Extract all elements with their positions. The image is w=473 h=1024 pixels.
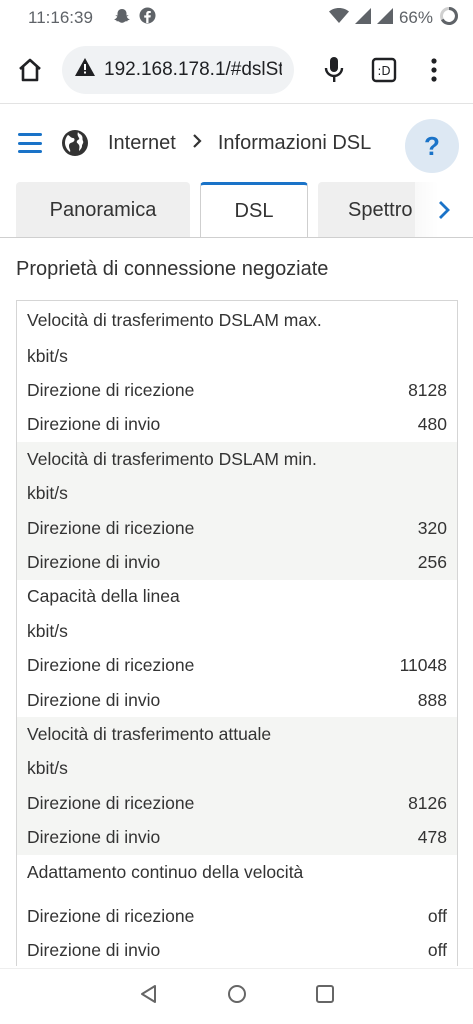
value: off xyxy=(427,905,447,926)
battery-icon xyxy=(439,6,459,31)
table-row: Direzione di ricezione off xyxy=(27,905,447,926)
group-title: Velocità di trasferimento DSLAM min. xyxy=(27,448,317,469)
home-nav-button[interactable] xyxy=(227,984,247,1009)
tabs-next-button[interactable] xyxy=(415,182,473,237)
tab-switcher-icon: :D xyxy=(371,57,397,82)
group-title: Adattamento continuo della velocità xyxy=(27,861,304,882)
value: 11048 xyxy=(399,655,447,676)
value: off xyxy=(427,940,447,961)
table-row: Direzione di invio 478 xyxy=(27,827,447,848)
tab-bar: Panoramica DSL Spettro xyxy=(0,182,473,238)
status-time: 11:16:39 xyxy=(28,8,93,27)
snapchat-icon xyxy=(113,7,131,30)
breadcrumb-internet[interactable]: Internet xyxy=(108,132,176,155)
value: 888 xyxy=(417,689,447,710)
table-row: Direzione di ricezione 8128 xyxy=(27,380,447,401)
breadcrumb: Internet Informazioni DSL ? xyxy=(0,104,473,182)
breadcrumb-dsl-info: Informazioni DSL xyxy=(217,131,372,154)
value: 480 xyxy=(417,414,447,435)
group-unit: kbit/s xyxy=(27,345,68,366)
section-title: Proprietà di connessione negoziate xyxy=(16,258,329,280)
hamburger-menu-icon[interactable] xyxy=(18,133,42,153)
browser-toolbar: 192.168.178.1/#dslSta :D xyxy=(0,36,473,104)
table-row: Direzione di invio 480 xyxy=(27,414,447,435)
group-dslam-max: Velocità di trasferimento DSLAM max. kbi… xyxy=(17,301,457,442)
table-row: Direzione di ricezione 320 xyxy=(27,517,447,538)
facebook-icon xyxy=(139,7,156,29)
group-title: Capacità della linea xyxy=(27,586,180,607)
system-nav-bar xyxy=(0,968,473,1024)
group-dslam-min: Velocità di trasferimento DSLAM min. kbi… xyxy=(17,442,457,580)
group-line-capacity: Capacità della linea kbit/s Direzione di… xyxy=(17,580,457,718)
value: 320 xyxy=(417,517,447,538)
address-bar[interactable]: 192.168.178.1/#dslSta xyxy=(62,45,294,94)
status-bar: 11:16:39 66% xyxy=(0,0,473,36)
table-row: Direzione di ricezione 8126 xyxy=(27,792,447,813)
home-button[interactable] xyxy=(12,52,48,88)
svg-text::D: :D xyxy=(377,64,390,78)
table-row: Direzione di invio off xyxy=(27,940,447,961)
warning-icon[interactable] xyxy=(74,57,96,82)
group-unit: kbit/s xyxy=(27,758,68,779)
microphone-button[interactable] xyxy=(316,52,352,88)
group-title: Velocità di trasferimento DSLAM max. xyxy=(27,309,322,330)
signal-icon xyxy=(354,7,371,29)
more-vert-icon xyxy=(431,57,437,82)
group-unit: kbit/s xyxy=(27,483,68,504)
microphone-icon xyxy=(324,56,344,82)
tab-panoramica[interactable]: Panoramica xyxy=(16,182,190,237)
battery-percent: 66% xyxy=(398,8,433,27)
group-unit: kbit/s xyxy=(27,620,68,641)
tabs-button[interactable]: :D xyxy=(366,52,402,88)
home-circle-icon xyxy=(227,985,246,1003)
back-nav-button[interactable] xyxy=(139,984,159,1009)
value: 478 xyxy=(417,827,447,848)
table-row: Direzione di invio 888 xyxy=(27,689,447,710)
connection-properties-table: Velocità di trasferimento DSLAM max. kbi… xyxy=(16,300,458,966)
table-row: Direzione di invio 256 xyxy=(27,552,447,573)
more-menu-button[interactable] xyxy=(416,52,452,88)
help-button[interactable]: ? xyxy=(405,119,459,173)
group-title: Velocità di trasferimento attuale xyxy=(27,723,272,744)
back-triangle-icon xyxy=(140,985,156,1003)
table-row: Direzione di ricezione 11048 xyxy=(27,655,447,676)
signal-icon-2 xyxy=(376,7,393,29)
wifi-icon xyxy=(328,7,349,29)
value: 8126 xyxy=(408,792,447,813)
group-unit xyxy=(17,889,457,899)
url-text[interactable]: 192.168.178.1/#dslSta xyxy=(104,59,282,81)
tab-dsl[interactable]: DSL xyxy=(200,182,308,237)
value: 256 xyxy=(417,552,447,573)
group-seamless-rate-adaptation: Adattamento continuo della velocità Dire… xyxy=(17,855,457,966)
value: 8128 xyxy=(408,380,447,401)
chevron-right-icon xyxy=(439,201,450,219)
globe-icon xyxy=(62,130,88,156)
recents-nav-button[interactable] xyxy=(315,984,335,1009)
recents-square-icon xyxy=(315,985,334,1003)
home-icon xyxy=(19,58,41,81)
group-current-rate: Velocità di trasferimento attuale kbit/s… xyxy=(17,717,457,855)
chevron-right-icon xyxy=(192,132,202,155)
